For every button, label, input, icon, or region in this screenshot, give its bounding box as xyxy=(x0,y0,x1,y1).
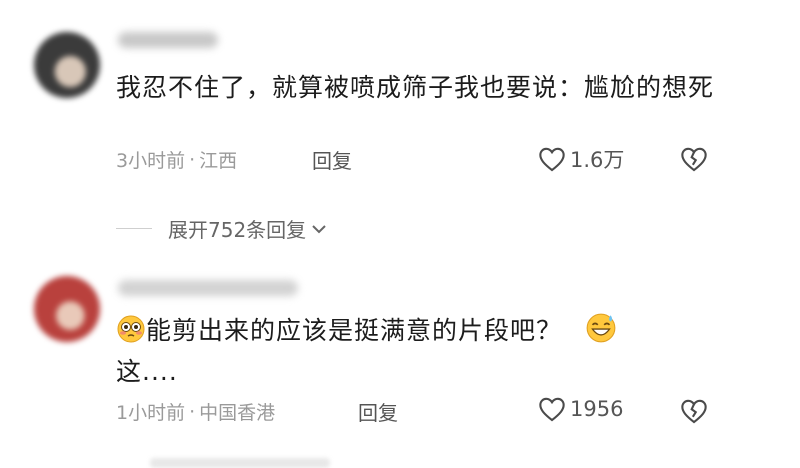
expand-replies-button[interactable] xyxy=(150,458,330,468)
username[interactable] xyxy=(118,32,218,48)
comment-time: 3小时前 xyxy=(116,150,186,172)
comment-meta: 1小时前 · 中国香港 xyxy=(116,398,275,425)
like-count: 1.6万 xyxy=(570,148,625,172)
comment-text-line1: 能剪出来的应该是挺满意的片段吧？ xyxy=(146,316,563,345)
heart-outline-icon xyxy=(539,147,565,172)
avatar[interactable] xyxy=(34,276,100,342)
grin-sweat-emoji xyxy=(585,312,617,354)
like-button[interactable]: 1.6万 xyxy=(538,144,624,174)
comment-text-line2: 这.... xyxy=(116,357,178,386)
like-count: 1956 xyxy=(570,397,624,421)
comment-text: 我忍不住了，就算被喷成筛子我也要说：尴尬的想死 xyxy=(116,73,715,102)
meta-separator: · xyxy=(189,148,196,171)
reply-button[interactable]: 回复 xyxy=(358,397,398,426)
avatar[interactable] xyxy=(34,32,100,98)
broken-heart-icon xyxy=(681,147,707,172)
reply-button[interactable]: 回复 xyxy=(312,145,352,174)
chevron-down-icon xyxy=(312,224,326,233)
expand-replies-button[interactable]: 展开752条回复 xyxy=(116,214,328,243)
dislike-button[interactable] xyxy=(680,146,708,176)
username[interactable] xyxy=(118,280,298,296)
comment-item: 能剪出来的应该是挺满意的片段吧？ 这.... 1小时前 · 中国香港 回复 19… xyxy=(0,250,800,468)
comment-location: 中国香港 xyxy=(199,402,276,424)
heart-outline-icon xyxy=(539,397,565,422)
comment-location: 江西 xyxy=(199,150,238,172)
like-button[interactable]: 1956 xyxy=(538,396,623,422)
comment-meta: 3小时前 · 江西 xyxy=(116,146,237,173)
flushed-face-emoji xyxy=(116,314,146,354)
comment-time: 1小时前 xyxy=(116,402,186,424)
expand-replies-label: 展开752条回复 xyxy=(168,218,307,242)
meta-separator: · xyxy=(189,400,196,423)
comment-text: 能剪出来的应该是挺满意的片段吧？ 这.... xyxy=(116,312,716,390)
dislike-button[interactable] xyxy=(680,398,708,428)
broken-heart-icon xyxy=(681,399,707,424)
divider xyxy=(116,228,152,229)
comment-item: 我忍不住了，就算被喷成筛子我也要说：尴尬的想死 3小时前 · 江西 回复 1.6… xyxy=(0,0,800,250)
